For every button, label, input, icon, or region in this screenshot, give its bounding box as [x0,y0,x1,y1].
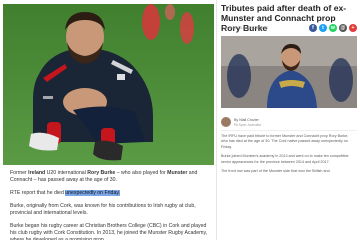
byline-divider [221,130,357,131]
player-training-image [3,4,214,165]
article-paragraph: Burke joined Munster's academy in 2013 a… [221,154,349,164]
article-paragraph: Burke, originally from Cork, was known f… [10,203,196,216]
panel-divider [216,0,217,240]
article-photo [221,36,357,108]
highlighted-text-selection[interactable]: unexpectedly on Friday. [65,190,120,196]
article-meta-row: Published 20 Aug 2024 18:30 f t w @ + [221,24,357,34]
email-icon[interactable]: @ [339,24,347,32]
article-paragraph: The front row was part of the Munster si… [221,169,330,174]
whatsapp-icon[interactable]: w [329,24,337,32]
article-paragraph: Burke began his rugby career at Christia… [10,223,208,240]
article-paragraph: Former Ireland U20 international Rory Bu… [10,170,198,183]
share-icon[interactable]: + [349,24,357,32]
right-article-body: The IRFU have paid tribute to former Mun… [221,134,353,178]
author-name[interactable]: By Niall Crozier [234,118,259,122]
author-avatar [221,117,231,127]
left-article-text: Former Ireland U20 international Rory Bu… [10,170,208,240]
player-portrait-image [221,36,357,108]
publish-date: Published 20 Aug 2024 18:30 [221,26,268,30]
share-buttons: f t w @ + [309,24,357,32]
facebook-icon[interactable]: f [309,24,317,32]
link-munster[interactable]: Munster [167,170,187,176]
article-paragraph: The IRFU have paid tribute to former Mun… [221,134,349,149]
hero-photo [3,4,214,165]
author-role: PA Sport Journalist [234,122,261,127]
link-rory-burke[interactable]: Rory Burke [87,170,115,176]
article-paragraph: RTE report that he died unexpectedly on … [10,190,120,196]
right-article-panel: Tributes paid after death of ex-Munster … [218,0,360,240]
left-article-panel: Former Ireland U20 international Rory Bu… [0,0,216,240]
twitter-icon[interactable]: t [319,24,327,32]
link-ireland[interactable]: Ireland [28,170,45,176]
author-byline: By Niall Crozier PA Sport Journalist [221,117,357,131]
